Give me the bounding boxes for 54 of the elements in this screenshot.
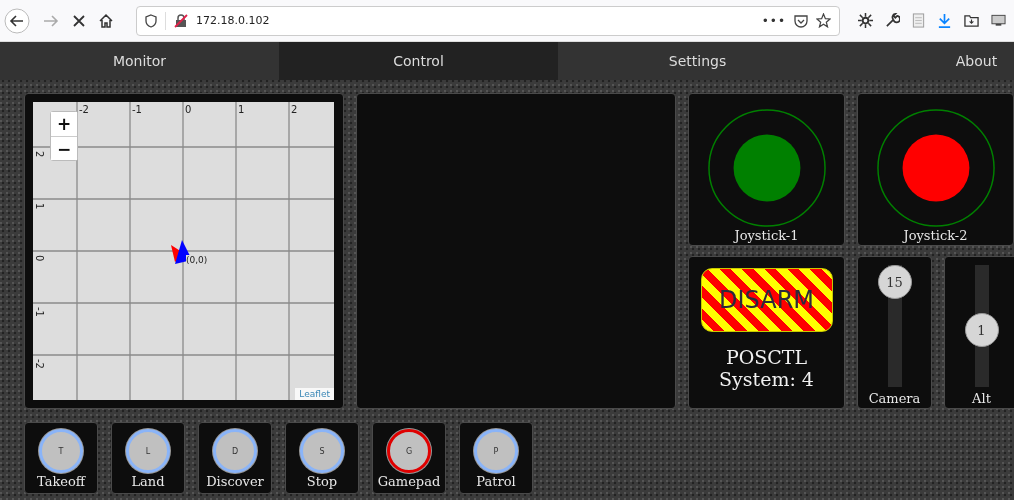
zoom-out-button[interactable]: − bbox=[51, 136, 77, 160]
nav-tab[interactable]: About bbox=[837, 42, 1014, 80]
axis-label: -2 bbox=[79, 104, 89, 115]
joystick-label: Joystick-2 bbox=[903, 228, 968, 243]
action-label: Patrol bbox=[476, 474, 516, 489]
axis-label: -1 bbox=[34, 307, 45, 317]
joystick-control[interactable] bbox=[706, 108, 827, 228]
gear-icon[interactable] bbox=[858, 13, 873, 28]
axis-label: -1 bbox=[132, 104, 142, 115]
home-icon[interactable] bbox=[98, 12, 114, 29]
download-icon[interactable] bbox=[937, 13, 952, 28]
attribution-link[interactable]: Leaflet bbox=[295, 388, 334, 400]
url-text: 172.18.0.102 bbox=[196, 14, 270, 27]
shield-icon bbox=[145, 13, 157, 28]
pocket-icon[interactable] bbox=[794, 13, 808, 28]
action-label: Land bbox=[131, 474, 165, 489]
folder-icon[interactable] bbox=[964, 13, 979, 28]
action-button[interactable]: T bbox=[39, 429, 83, 473]
action-label: Discover bbox=[206, 474, 264, 489]
action-label: Stop bbox=[306, 474, 338, 489]
action-label: Takeoff bbox=[36, 474, 85, 489]
joystick-control[interactable] bbox=[875, 108, 996, 228]
action-button[interactable]: S bbox=[300, 429, 344, 473]
address-bar[interactable]: 172.18.0.102 ••• bbox=[136, 5, 840, 36]
nav-tab[interactable]: Monitor bbox=[0, 42, 279, 80]
action-label: Gamepad bbox=[377, 474, 441, 489]
marker-label: (0,0) bbox=[186, 255, 208, 265]
slider-thumb[interactable]: 1 bbox=[964, 313, 999, 348]
axis-label: 1 bbox=[34, 203, 45, 210]
axis-label: 0 bbox=[34, 255, 45, 262]
axis-label: 0 bbox=[185, 104, 192, 115]
system-status-text: System: 4 bbox=[719, 368, 814, 390]
axis-label: 2 bbox=[291, 104, 298, 115]
back-icon[interactable] bbox=[4, 7, 30, 34]
slider-label: Camera bbox=[868, 391, 921, 406]
nav-tab[interactable]: Settings bbox=[558, 42, 837, 80]
action-button[interactable]: L bbox=[126, 429, 170, 473]
insecure-lock-icon bbox=[174, 13, 188, 28]
action-button[interactable]: D bbox=[213, 429, 257, 473]
flight-mode-text: POSCTL bbox=[725, 346, 808, 368]
star-icon[interactable] bbox=[816, 13, 831, 28]
axis-label: 2 bbox=[34, 151, 45, 158]
wrench-icon[interactable] bbox=[885, 13, 900, 28]
joystick-label: Joystick-1 bbox=[734, 228, 799, 243]
axis-label: -2 bbox=[34, 359, 45, 369]
action-button[interactable]: P bbox=[474, 429, 518, 473]
action-button[interactable]: G bbox=[387, 429, 431, 473]
stop-icon[interactable] bbox=[72, 13, 86, 28]
slider-label: Alt bbox=[972, 391, 991, 406]
slider-thumb[interactable]: 15 bbox=[877, 265, 912, 299]
nav-tab[interactable]: Control bbox=[279, 42, 558, 80]
page-actions-menu[interactable]: ••• bbox=[761, 13, 786, 28]
axis-label: 1 bbox=[238, 104, 245, 115]
monitor-icon[interactable] bbox=[991, 14, 1006, 27]
